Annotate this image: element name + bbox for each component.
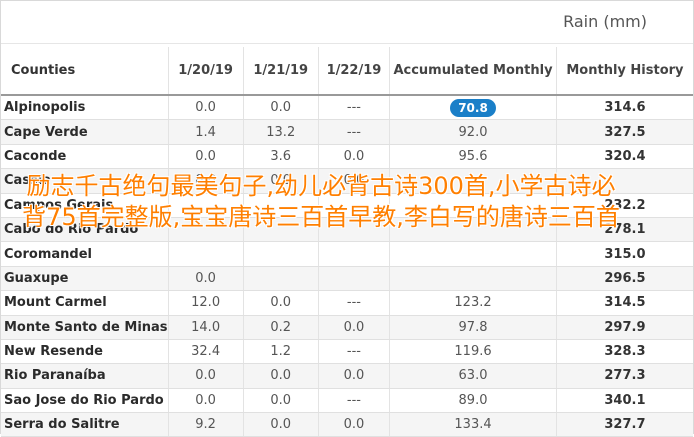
date3-cell: --- xyxy=(317,95,390,121)
date2-cell: 0.0 xyxy=(242,412,319,437)
date3-cell: 0.0 xyxy=(317,412,390,437)
date3-cell xyxy=(317,241,390,267)
accumulated-cell: 92.0 xyxy=(389,119,557,145)
date1-cell: 1.4 xyxy=(167,119,244,145)
date3-cell: --- xyxy=(317,388,390,414)
county-cell: Monte Santo de Minas xyxy=(1,315,169,340)
date1-cell: 0.0 xyxy=(167,95,244,121)
date2-cell: 0.0 xyxy=(242,95,319,121)
highlight-badge: 70.8 xyxy=(450,98,496,117)
county-cell: New Resende xyxy=(1,339,169,365)
table-row: Alpinopolis 0.0 0.0 --- 70.8 314.6 xyxy=(1,95,693,121)
history-cell: 277.3 xyxy=(555,363,693,389)
history-cell: 315.0 xyxy=(555,241,693,267)
header-row: Counties 1/20/19 1/21/19 1/22/19 Accumul… xyxy=(1,47,693,96)
col-header-accumulated[interactable]: Accumulated Monthly xyxy=(389,47,557,96)
history-cell: 314.5 xyxy=(555,290,693,316)
table-row: Sao Jose do Rio Pardo 0.0 0.0 --- 89.0 340.1 xyxy=(1,388,693,414)
rain-table: Counties 1/20/19 1/21/19 1/22/19 Accumul… xyxy=(1,47,693,437)
date3-cell: 0.0 xyxy=(317,144,390,170)
col-header-date-3[interactable]: 1/22/19 xyxy=(317,47,390,96)
date3-cell: --- xyxy=(317,290,390,316)
accumulated-cell: 70.8 xyxy=(389,95,557,121)
date2-cell: 0.0 xyxy=(242,388,319,414)
date3-cell: --- xyxy=(317,119,390,145)
table-row: Cape Verde 1.4 13.2 --- 92.0 327.5 xyxy=(1,119,693,145)
date1-cell: 14.0 xyxy=(167,315,244,340)
table-row: Guaxupe 0.0 296.5 xyxy=(1,266,693,292)
history-cell: 328.3 xyxy=(555,339,693,365)
county-cell: Caconde xyxy=(1,144,169,170)
col-header-date-2[interactable]: 1/21/19 xyxy=(242,47,319,96)
col-header-history[interactable]: Monthly History xyxy=(555,47,693,96)
accumulated-cell: 63.0 xyxy=(389,363,557,389)
accumulated-cell: 119.6 xyxy=(389,339,557,365)
table-row: Rio Paranaíba 0.0 0.0 0.0 63.0 277.3 xyxy=(1,363,693,389)
accumulated-cell xyxy=(389,241,557,267)
county-cell: Guaxupe xyxy=(1,266,169,292)
date1-cell: 0.0 xyxy=(167,144,244,170)
date2-cell xyxy=(242,241,319,267)
accumulated-cell xyxy=(389,266,557,292)
accumulated-cell: 89.0 xyxy=(389,388,557,414)
date3-cell: 0.0 xyxy=(317,363,390,389)
accumulated-cell: 95.6 xyxy=(389,144,557,170)
county-cell: Cape Verde xyxy=(1,119,169,145)
date3-cell xyxy=(317,266,390,292)
date2-cell: 13.2 xyxy=(242,119,319,145)
history-cell: 314.6 xyxy=(555,95,693,121)
unit-header: Rain (mm) xyxy=(1,1,693,44)
table-row: Serra do Salitre 9.2 0.0 0.0 133.4 327.7 xyxy=(1,412,693,437)
history-cell: 296.5 xyxy=(555,266,693,292)
accumulated-cell: 133.4 xyxy=(389,412,557,437)
history-cell: 327.5 xyxy=(555,119,693,145)
history-cell: 340.1 xyxy=(555,388,693,414)
county-cell: Rio Paranaíba xyxy=(1,363,169,389)
table-row: Caconde 0.0 3.6 0.0 95.6 320.4 xyxy=(1,144,693,170)
date2-cell: 0.2 xyxy=(242,315,319,340)
date1-cell: 0.0 xyxy=(167,363,244,389)
county-cell: Sao Jose do Rio Pardo xyxy=(1,388,169,414)
date1-cell xyxy=(167,241,244,267)
date3-cell: 0.0 xyxy=(317,315,390,340)
table-row: Mount Carmel 12.0 0.0 --- 123.2 314.5 xyxy=(1,290,693,316)
table-row: New Resende 32.4 1.2 --- 119.6 328.3 xyxy=(1,339,693,365)
table-row: Coromandel 315.0 xyxy=(1,241,693,267)
accumulated-cell: 123.2 xyxy=(389,290,557,316)
county-cell: Alpinopolis xyxy=(1,95,169,121)
history-cell: 327.7 xyxy=(555,412,693,437)
date1-cell: 12.0 xyxy=(167,290,244,316)
date1-cell: 9.2 xyxy=(167,412,244,437)
col-header-counties[interactable]: Counties xyxy=(1,47,169,96)
date2-cell xyxy=(242,266,319,292)
overlay-text: 励志千古绝句最美句子,幼儿必背古诗300首,小学古诗必背75首完整版,宝宝唐诗三… xyxy=(22,172,620,231)
table-row: Monte Santo de Minas 14.0 0.2 0.0 97.8 297.9 xyxy=(1,315,693,340)
county-cell: Mount Carmel xyxy=(1,290,169,316)
date3-cell: --- xyxy=(317,339,390,365)
date1-cell: 0.0 xyxy=(167,266,244,292)
history-cell: 320.4 xyxy=(555,144,693,170)
rain-table-widget: Rain (mm) Counties 1/20/19 1/21/19 1/22/… xyxy=(0,0,694,437)
date1-cell: 0.0 xyxy=(167,388,244,414)
county-cell: Coromandel xyxy=(1,241,169,267)
date2-cell: 1.2 xyxy=(242,339,319,365)
accumulated-cell: 97.8 xyxy=(389,315,557,340)
date1-cell: 32.4 xyxy=(167,339,244,365)
col-header-date-1[interactable]: 1/20/19 xyxy=(167,47,244,96)
date2-cell: 0.0 xyxy=(242,290,319,316)
date2-cell: 3.6 xyxy=(242,144,319,170)
history-cell: 297.9 xyxy=(555,315,693,340)
date2-cell: 0.0 xyxy=(242,363,319,389)
unit-label: Rain (mm) xyxy=(563,12,647,31)
county-cell: Serra do Salitre xyxy=(1,412,169,437)
